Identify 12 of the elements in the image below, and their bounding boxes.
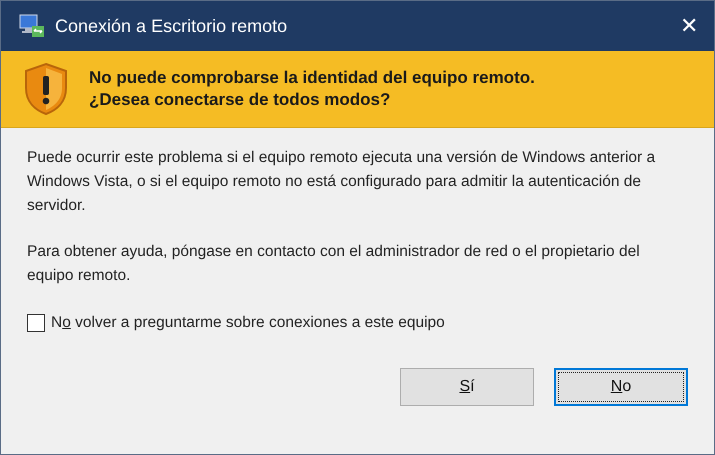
message-paragraph: Puede ocurrir este problema si el equipo remoto ejecuta una versión de Windows anterior a Windows Vista, o si el equipo remoto no está configurado para admitir la autenticación de servidor. bbox=[27, 148, 656, 216]
close-button[interactable]: ✕ bbox=[664, 1, 714, 51]
warning-shield-icon bbox=[23, 62, 69, 116]
warning-heading: ¿Desea conectarse de todos modos? bbox=[89, 89, 392, 111]
dialog-button[interactable]: Sí bbox=[400, 368, 534, 406]
message-paragraph: Para obtener ayuda, póngase en contacto con el administrador de red o el propietario del equipo remoto. bbox=[27, 242, 641, 286]
window-title: Conexión a Escritorio remoto bbox=[55, 16, 288, 36]
warning-heading: No puede comprobarse la identidad del equipo remoto. bbox=[89, 67, 535, 89]
checkbox[interactable] bbox=[27, 314, 45, 332]
checkbox-label[interactable]: No volver a preguntarme sobre conexiones a este equipo bbox=[51, 314, 445, 332]
dialog-button[interactable]: No bbox=[554, 368, 688, 406]
remote-desktop-icon bbox=[19, 14, 45, 38]
